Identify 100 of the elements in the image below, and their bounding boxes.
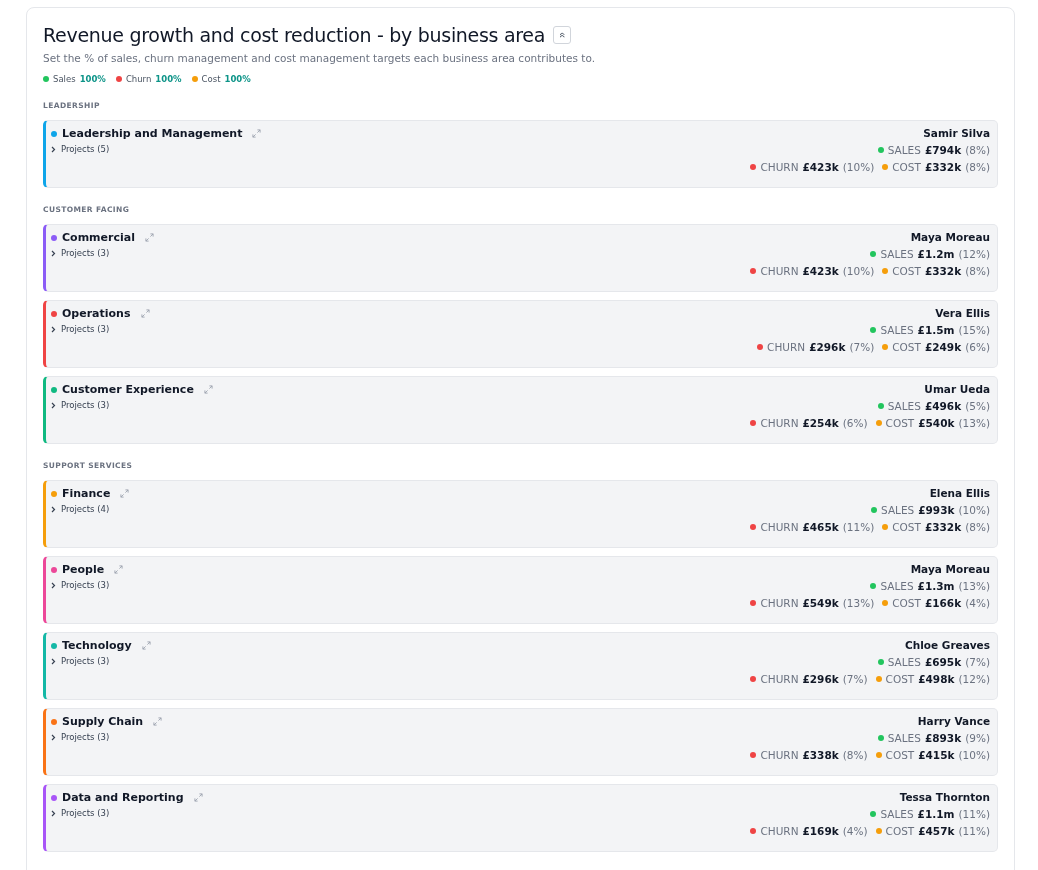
metric-percent: (7%) [849,341,875,353]
metric-label: SALES [881,504,915,516]
area-name: Customer Experience [62,383,194,396]
chevron-icon [51,657,56,665]
metric-label: CHURN [760,417,799,429]
metric-value: £893k [924,732,962,744]
expand-icon[interactable] [120,489,130,498]
area-name: Commercial [62,231,135,244]
chevron-icon [51,145,56,153]
collapse-button[interactable]: « [553,26,572,44]
expand-icon[interactable] [144,233,154,242]
area-name: People [62,563,105,576]
metric-value: £1.1m [917,808,955,820]
owner-name: Vera Ellis [935,307,990,319]
metric-percent: (6%) [965,341,990,353]
metric-percent: (11%) [958,808,990,820]
projects-toggle[interactable]: Projects (3) [51,580,124,590]
metric-value: £457k [918,825,955,837]
area-name: Operations [62,307,131,320]
metric-value: £1.2m [917,248,955,260]
owner-name: Elena Ellis [929,487,990,499]
metric-value: £549k [802,597,839,609]
owner-name: Harry Vance [917,715,990,727]
area-name: Finance [62,487,111,500]
legend-value: 100% [224,74,251,84]
metric-percent: (6%) [842,417,868,429]
metric-label: CHURN [760,825,799,837]
metric-value: £338k [802,749,839,761]
owner-name: Samir Silva [923,127,990,139]
expand-icon[interactable] [203,385,213,394]
metric-percent: (12%) [958,248,990,260]
metric-label: CHURN [760,749,799,761]
metric-value: £169k [802,825,839,837]
expand-icon[interactable] [193,793,203,802]
legend-label: Cost [201,74,221,84]
metric-percent: (13%) [958,417,990,429]
expand-icon[interactable] [153,717,163,726]
metric-label: SALES [887,732,921,744]
metric-label: SALES [880,808,914,820]
metric-value: £465k [802,521,839,533]
metric-percent: (8%) [965,265,990,277]
chevron-icon [51,809,56,817]
chevron-icon [51,249,56,257]
metric-label: CHURN [760,265,799,277]
metric-percent: (10%) [842,161,875,173]
metric-percent: (7%) [965,656,990,668]
metric-label: COST [892,161,921,173]
metric-value: £249k [924,341,962,353]
metric-label: CHURN [767,341,806,353]
expand-icon[interactable] [141,641,151,650]
metric-value: £296k [809,341,846,353]
metric-percent: (8%) [965,144,990,156]
owner-name: Maya Moreau [910,563,990,575]
metric-value: £423k [802,265,839,277]
projects-toggle[interactable]: Projects (3) [51,656,151,666]
area-name: Leadership and Management [62,127,243,140]
metric-value: £498k [918,673,955,685]
expand-icon[interactable] [140,309,150,318]
metric-value: £415k [918,749,955,761]
projects-toggle[interactable]: Projects (4) [51,504,130,514]
metric-value: £496k [924,400,962,412]
owner-name: Chloe Greaves [905,639,990,651]
chevron-icon [51,325,56,333]
chevron-icon [51,505,56,513]
legend-label: Sales [53,74,76,84]
metric-label: SALES [887,400,921,412]
projects-toggle[interactable]: Projects (3) [51,400,213,410]
projects-toggle[interactable]: Projects (5) [51,144,262,154]
chevron-icon [51,733,56,741]
metric-value: £794k [924,144,962,156]
metric-value: £332k [924,161,962,173]
metric-label: SALES [880,324,914,336]
legend-label: Churn [125,74,152,84]
metric-label: CHURN [760,521,799,533]
page-title: Revenue growth and cost reduction - by business area [43,24,546,46]
metric-percent: (13%) [842,597,875,609]
projects-toggle[interactable]: Projects (3) [51,808,203,818]
subtitle: Set the % of sales, churn management and cost management targets each business area contributes to. [43,52,596,64]
metric-percent: (11%) [958,825,990,837]
metric-label: COST [885,673,915,685]
metric-label: COST [892,341,921,353]
metric-value: £254k [802,417,839,429]
legend-value: 100% [155,74,182,84]
projects-toggle[interactable]: Projects (3) [51,248,154,258]
metric-percent: (8%) [842,749,868,761]
metric-percent: (11%) [842,521,875,533]
metric-label: COST [885,749,915,761]
metric-percent: (4%) [842,825,868,837]
area-name: Technology [62,639,132,652]
metric-value: £423k [802,161,839,173]
projects-toggle[interactable]: Projects (3) [51,732,163,742]
expand-icon[interactable] [114,565,124,574]
projects-toggle[interactable]: Projects (3) [51,324,150,334]
metric-percent: (10%) [958,749,990,761]
expand-icon[interactable] [252,129,262,138]
metric-percent: (5%) [965,400,990,412]
metric-value: £695k [924,656,962,668]
metric-percent: (9%) [965,732,990,744]
metric-label: COST [885,417,915,429]
metric-percent: (7%) [842,673,868,685]
